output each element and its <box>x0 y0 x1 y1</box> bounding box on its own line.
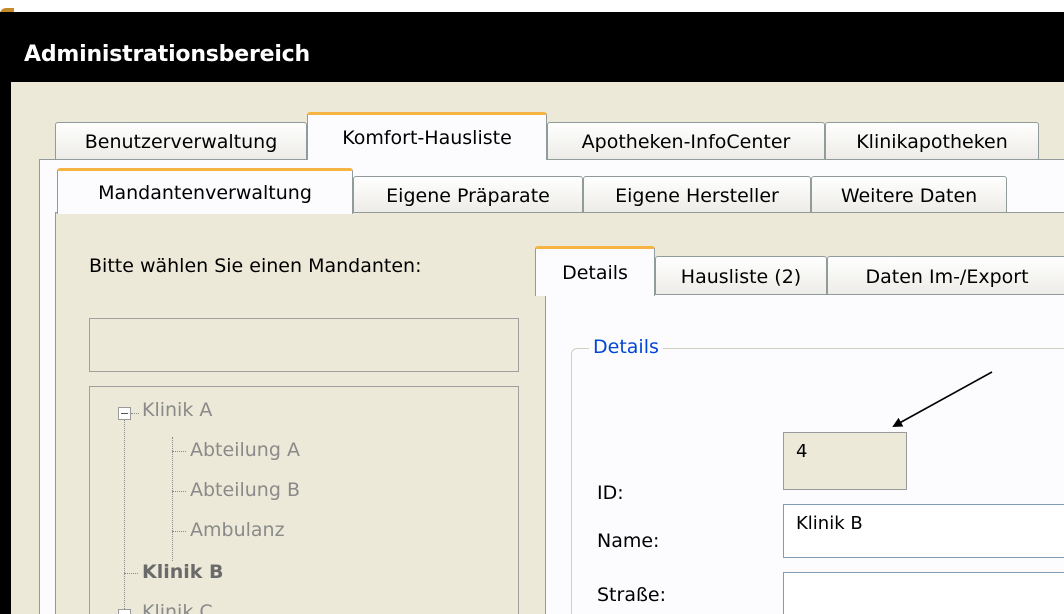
window-top-edge <box>0 0 1064 12</box>
tree-item-ambulanz[interactable]: Ambulanz <box>190 519 285 541</box>
tab-eigene-hersteller[interactable]: Eigene Hersteller <box>583 176 811 214</box>
tab-mandantenverwaltung[interactable]: Mandantenverwaltung <box>57 168 353 214</box>
tree-item-abteilung-a[interactable]: Abteilung A <box>190 439 300 461</box>
tab-label: Komfort-Hausliste <box>342 126 512 149</box>
tab-label: Hausliste (2) <box>680 265 802 288</box>
collapse-icon[interactable] <box>118 407 131 420</box>
tab-weitere-daten[interactable]: Weitere Daten <box>811 176 1007 214</box>
tree-line <box>124 573 138 574</box>
tab-apotheken-infocenter[interactable]: Apotheken-InfoCenter <box>547 122 825 160</box>
id-label: ID: <box>597 482 624 504</box>
tab-details[interactable]: Details <box>535 246 655 296</box>
tab-label: Weitere Daten <box>840 184 978 207</box>
tab-hausliste[interactable]: Hausliste (2) <box>655 256 827 296</box>
tree-item-abteilung-b[interactable]: Abteilung B <box>190 479 300 501</box>
tab-label: Klinikapotheken <box>856 130 1008 153</box>
details-group-title: Details <box>589 336 663 358</box>
strasse-field[interactable] <box>783 572 1064 614</box>
tab-label: Eigene Präparate <box>386 184 550 207</box>
collapse-icon[interactable] <box>118 609 131 614</box>
title-bar[interactable]: Administrationsbereich <box>0 12 1064 82</box>
tree-line <box>172 437 173 561</box>
tree-item-klinik-a[interactable]: Klinik A <box>142 399 212 421</box>
tab-eigene-praeparate[interactable]: Eigene Präparate <box>353 176 583 214</box>
window-title: Administrationsbereich <box>24 42 310 67</box>
mandant-prompt: Bitte wählen Sie einen Mandanten: <box>89 255 422 277</box>
tab-label: Benutzerverwaltung <box>84 130 278 153</box>
name-label: Name: <box>597 530 660 552</box>
tab-benutzerverwaltung[interactable]: Benutzerverwaltung <box>55 122 307 160</box>
tab-label: Eigene Hersteller <box>615 184 779 207</box>
tab-daten-import-export[interactable]: Daten Im-/Export <box>827 256 1064 296</box>
tab-label: Apotheken-InfoCenter <box>581 130 791 153</box>
tree-line <box>124 415 125 614</box>
tab-label: Daten Im-/Export <box>865 265 1029 288</box>
mandant-tree[interactable]: Klinik A Abteilung A Abteilung B Ambulan… <box>89 386 519 614</box>
tree-line <box>131 413 139 414</box>
admin-window: Administrationsbereich Benutzerverwaltun… <box>0 0 1064 614</box>
name-field[interactable]: Klinik B <box>783 504 1064 558</box>
tab-label: Details <box>562 261 628 284</box>
tree-item-klinik-b[interactable]: Klinik B <box>142 561 224 583</box>
tab-komfort-hausliste[interactable]: Komfort-Hausliste <box>307 112 547 160</box>
window-content: Benutzerverwaltung Komfort-Hausliste Apo… <box>11 82 1064 614</box>
tree-line <box>172 491 186 492</box>
tree-item-klinik-c[interactable]: Klinik C <box>142 601 213 614</box>
strasse-label: Straße: <box>597 584 667 606</box>
tab-klinikapotheken[interactable]: Klinikapotheken <box>825 122 1039 160</box>
tree-line <box>172 451 186 452</box>
id-field: 4 <box>783 432 907 490</box>
tab-label: Mandantenverwaltung <box>98 181 312 204</box>
window-left-frame <box>0 82 11 614</box>
tree-line <box>172 531 186 532</box>
mandant-filter-input[interactable] <box>89 318 519 372</box>
